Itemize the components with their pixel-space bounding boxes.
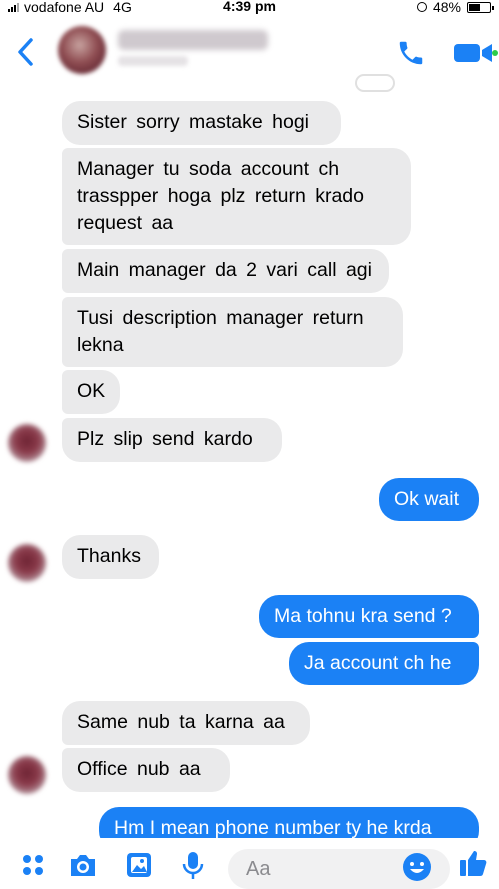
partial-message-indicator: [355, 74, 395, 92]
message-bubble-incoming[interactable]: OK: [62, 370, 120, 414]
contact-avatar[interactable]: [58, 26, 106, 74]
orientation-lock-icon: [416, 2, 427, 12]
battery-percent: 48%: [432, 0, 461, 15]
message-bubble-incoming[interactable]: Tusi description manager return lekna: [62, 297, 403, 367]
sender-avatar[interactable]: [8, 424, 46, 462]
conversation-header: [0, 16, 499, 84]
sender-avatar[interactable]: [8, 544, 46, 582]
phone-icon[interactable]: [396, 38, 426, 68]
message-bubble-incoming[interactable]: Same nub ta karna aa: [62, 701, 310, 745]
emoji-icon[interactable]: [402, 852, 432, 882]
back-chevron-icon[interactable]: [14, 36, 38, 68]
message-bubble-incoming[interactable]: Sister sorry mastake hogi: [62, 101, 341, 145]
status-bar: vodafone AU 4G 4:39 pm 48%: [0, 0, 499, 16]
camera-icon[interactable]: [68, 850, 98, 880]
contact-status-redacted: [118, 56, 188, 66]
message-bubble-incoming[interactable]: Plz slip send kardo: [62, 418, 282, 462]
battery-icon: [467, 1, 494, 13]
battery-status: 48%: [416, 0, 494, 15]
message-bubble-outgoing[interactable]: Ja account ch he: [289, 642, 479, 685]
thumbs-up-icon[interactable]: [458, 848, 488, 878]
message-bubble-incoming[interactable]: Manager tu soda account ch trasspper hog…: [62, 148, 411, 245]
composer-toolbar: Aa: [0, 838, 499, 889]
message-bubble-outgoing[interactable]: Ok wait: [379, 478, 479, 521]
message-bubble-outgoing[interactable]: Ma tohnu kra send ?: [259, 595, 479, 638]
microphone-icon[interactable]: [178, 850, 208, 880]
image-icon[interactable]: [124, 850, 154, 880]
contact-name-redacted[interactable]: [118, 30, 268, 50]
message-bubble-incoming[interactable]: Office nub aa: [62, 748, 230, 792]
message-input-placeholder: Aa: [246, 858, 271, 880]
video-camera-icon[interactable]: [452, 40, 498, 66]
message-bubble-incoming[interactable]: Main manager da 2 vari call agi: [62, 249, 389, 293]
message-bubble-incoming[interactable]: Thanks: [62, 535, 159, 579]
sender-avatar[interactable]: [8, 756, 46, 794]
apps-grid-icon[interactable]: [18, 850, 48, 880]
